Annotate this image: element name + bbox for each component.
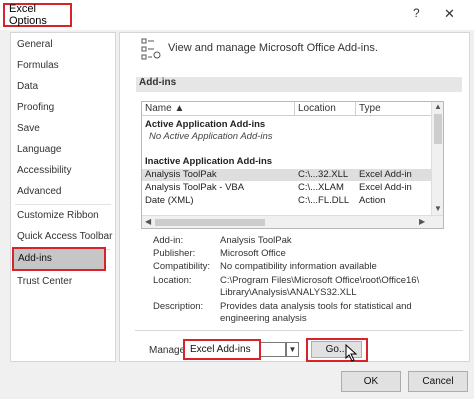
table-header: Name ▲ Location Type bbox=[142, 102, 432, 116]
detail-value-publisher: Microsoft Office bbox=[220, 248, 286, 259]
divider bbox=[135, 330, 463, 331]
cell-name: Analysis ToolPak - VBA bbox=[145, 182, 245, 193]
scroll-left-icon[interactable]: ◀ bbox=[145, 217, 151, 226]
sidebar-item-accessibility[interactable]: Accessibility bbox=[17, 165, 71, 176]
cell-location: C:\...FL.DLL bbox=[298, 195, 350, 206]
list-item: No Active Application Add-ins bbox=[142, 131, 432, 143]
column-header-type[interactable]: Type bbox=[359, 103, 381, 114]
sidebar-item-proofing[interactable]: Proofing bbox=[17, 102, 54, 113]
column-header-location[interactable]: Location bbox=[298, 103, 336, 114]
scroll-up-icon[interactable]: ▲ bbox=[434, 102, 442, 111]
sidebar-item-label: Add-ins bbox=[18, 253, 52, 264]
vertical-scrollbar[interactable]: ▲ ▼ bbox=[431, 102, 443, 215]
detail-value-compatibility: No compatibility information available bbox=[220, 261, 377, 272]
sidebar-divider bbox=[15, 204, 111, 205]
horizontal-scrollbar[interactable]: ◀ ▶ bbox=[142, 215, 443, 228]
add-ins-table: Name ▲ Location Type Active Application … bbox=[141, 101, 444, 229]
title-bar: Excel Options ? ✕ bbox=[0, 0, 474, 30]
group-header: Active Application Add-ins bbox=[142, 119, 432, 131]
sidebar-item-formulas[interactable]: Formulas bbox=[17, 60, 59, 71]
detail-value-description: Provides data analysis tools for statist… bbox=[220, 301, 412, 312]
close-icon[interactable]: ✕ bbox=[444, 6, 455, 22]
sidebar-item-general[interactable]: General bbox=[17, 39, 53, 50]
detail-value-add-in: Analysis ToolPak bbox=[220, 235, 292, 246]
manage-select[interactable]: Excel Add-ins bbox=[183, 339, 261, 360]
sidebar-item-trust-center[interactable]: Trust Center bbox=[17, 276, 72, 287]
help-icon[interactable]: ? bbox=[413, 6, 420, 20]
detail-label: Compatibility: bbox=[153, 261, 211, 272]
empty-label: No Active Application Add-ins bbox=[149, 131, 273, 142]
add-ins-icon bbox=[141, 38, 161, 60]
ok-button[interactable]: OK bbox=[341, 371, 401, 392]
sidebar-item-add-ins[interactable]: Add-ins bbox=[12, 247, 106, 271]
cell-type: Excel Add-in bbox=[359, 182, 412, 193]
detail-label: Location: bbox=[153, 275, 192, 286]
detail-value-description-cont: engineering analysis bbox=[220, 313, 307, 324]
scrollbar-thumb[interactable] bbox=[434, 114, 442, 144]
manage-select-field[interactable] bbox=[261, 342, 286, 357]
cell-type: Action bbox=[359, 195, 386, 206]
page-header-text: View and manage Microsoft Office Add-ins… bbox=[168, 42, 378, 54]
cancel-button[interactable]: Cancel bbox=[408, 371, 468, 392]
window-title: Excel Options bbox=[3, 3, 72, 27]
cell-name: Analysis ToolPak bbox=[145, 169, 217, 180]
detail-value-location: C:\Program Files\Microsoft Office\root\O… bbox=[220, 275, 420, 286]
section-title: Add-ins bbox=[136, 77, 462, 92]
sidebar-item-advanced[interactable]: Advanced bbox=[17, 186, 61, 197]
column-header-name[interactable]: Name ▲ bbox=[145, 103, 184, 114]
cell-location: C:\...XLAM bbox=[298, 182, 344, 193]
group-header: Inactive Application Add-ins bbox=[142, 156, 432, 168]
group-label: Inactive Application Add-ins bbox=[145, 156, 273, 167]
cell-name: Date (XML) bbox=[145, 195, 194, 206]
mouse-cursor-icon bbox=[345, 344, 358, 362]
group-label: Active Application Add-ins bbox=[145, 119, 266, 130]
table-row[interactable]: Analysis ToolPak C:\...32.XLL Excel Add-… bbox=[142, 169, 432, 181]
sidebar: General Formulas Data Proofing Save Lang… bbox=[10, 32, 116, 362]
cell-type: Excel Add-in bbox=[359, 169, 412, 180]
table-row[interactable]: Analysis ToolPak - VBA C:\...XLAM Excel … bbox=[142, 182, 432, 194]
column-divider[interactable] bbox=[294, 102, 295, 116]
sidebar-item-language[interactable]: Language bbox=[17, 144, 62, 155]
scrollbar-thumb[interactable] bbox=[155, 219, 265, 226]
column-divider[interactable] bbox=[355, 102, 356, 116]
sidebar-item-save[interactable]: Save bbox=[17, 123, 40, 134]
cell-location: C:\...32.XLL bbox=[298, 169, 349, 180]
chevron-down-icon[interactable]: ▼ bbox=[286, 342, 299, 357]
scroll-right-icon[interactable]: ▶ bbox=[419, 217, 425, 226]
detail-label: Add-in: bbox=[153, 235, 184, 246]
detail-label: Description: bbox=[153, 301, 204, 312]
sidebar-item-quick-access-toolbar[interactable]: Quick Access Toolbar bbox=[17, 231, 112, 242]
scroll-down-icon[interactable]: ▼ bbox=[434, 204, 442, 213]
sidebar-item-customize-ribbon[interactable]: Customize Ribbon bbox=[17, 210, 99, 221]
sidebar-item-data[interactable]: Data bbox=[17, 81, 38, 92]
detail-label: Publisher: bbox=[153, 248, 196, 259]
table-row[interactable]: Date (XML) C:\...FL.DLL Action bbox=[142, 195, 432, 207]
detail-value-location-cont: Library\Analysis\ANALYS32.XLL bbox=[220, 287, 357, 298]
manage-select-value: Excel Add-ins bbox=[190, 344, 251, 355]
